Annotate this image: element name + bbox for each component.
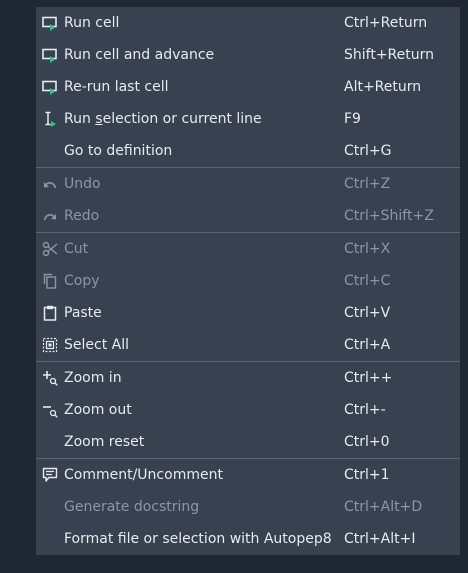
rerun-cell-icon (42, 79, 58, 95)
menu-item-shortcut: F9 (344, 111, 361, 127)
menu-item-label: Cut (64, 241, 89, 257)
mnemonic-letter: s (95, 111, 103, 127)
menu-item-label: Run cell and advance (64, 47, 215, 63)
menu-item-rerun-last-cell[interactable]: Re-run last cell Alt+Return (36, 71, 460, 103)
zoom-out-icon (42, 402, 58, 418)
menu-item-select-all[interactable]: Select All Ctrl+A (36, 329, 460, 361)
menu-item-format-autopep8[interactable]: Format file or selection with Autopep8 C… (36, 523, 460, 555)
menu-item-shortcut: Ctrl+A (344, 337, 391, 353)
menu-item-shortcut: Ctrl+Alt+I (344, 531, 416, 547)
run-cell-icon (42, 15, 58, 31)
menu-item-shortcut: Ctrl+Z (344, 176, 391, 192)
menu-item-shortcut: Ctrl+V (344, 305, 391, 321)
menu-item-run-cell-and-advance[interactable]: Run cell and advance Shift+Return (36, 39, 460, 71)
menu-item-paste[interactable]: Paste Ctrl+V (36, 297, 460, 329)
comment-icon (42, 467, 58, 483)
undo-icon (42, 176, 58, 192)
menu-item-shortcut: Ctrl+G (344, 143, 392, 159)
menu-item-label: Undo (64, 176, 101, 192)
menu-item-shortcut: Ctrl+Return (344, 15, 428, 31)
menu-item-shortcut: Ctrl+0 (344, 434, 390, 450)
menu-item-label: Run cell (64, 15, 120, 31)
run-cell-advance-icon (42, 47, 58, 63)
menu-item-label: Generate docstring (64, 499, 200, 515)
menu-item-shortcut: Ctrl+Shift+Z (344, 208, 434, 224)
menu-item-shortcut: Ctrl+C (344, 273, 391, 289)
menu-item-run-selection[interactable]: Run selection or current line F9 (36, 103, 460, 135)
zoom-in-icon (42, 370, 58, 386)
select-all-icon (42, 337, 58, 353)
menu-item-generate-docstring[interactable]: Generate docstring Ctrl+Alt+D (36, 491, 460, 523)
menu-item-label: Zoom in (64, 370, 122, 386)
menu-item-cut[interactable]: Cut Ctrl+X (36, 233, 460, 265)
menu-item-run-cell[interactable]: Run cell Ctrl+Return (36, 7, 460, 39)
context-menu: Run cell Ctrl+Return Run cell and advanc… (36, 7, 460, 555)
menu-item-zoom-in[interactable]: Zoom in Ctrl++ (36, 362, 460, 394)
menu-item-zoom-reset[interactable]: Zoom reset Ctrl+0 (36, 426, 460, 458)
menu-item-undo[interactable]: Undo Ctrl+Z (36, 168, 460, 200)
menu-item-label: Re-run last cell (64, 79, 169, 95)
menu-item-label: Select All (64, 337, 129, 353)
menu-item-label: Paste (64, 305, 102, 321)
clipboard-icon (42, 305, 58, 321)
menu-item-zoom-out[interactable]: Zoom out Ctrl+- (36, 394, 460, 426)
copy-icon (42, 273, 58, 289)
menu-item-label: Copy (64, 273, 100, 289)
menu-item-label: Zoom out (64, 402, 132, 418)
menu-item-shortcut: Ctrl+X (344, 241, 391, 257)
menu-item-shortcut: Ctrl++ (344, 370, 393, 386)
menu-item-label: Format file or selection with Autopep8 (64, 531, 332, 547)
menu-item-label: Zoom reset (64, 434, 145, 450)
menu-item-comment-uncomment[interactable]: Comment/Uncomment Ctrl+1 (36, 459, 460, 491)
menu-item-shortcut: Ctrl+- (344, 402, 386, 418)
menu-item-go-to-definition[interactable]: Go to definition Ctrl+G (36, 135, 460, 167)
menu-item-label: Run selection or current line (64, 111, 262, 127)
menu-item-shortcut: Shift+Return (344, 47, 435, 63)
menu-item-label: Redo (64, 208, 100, 224)
redo-icon (42, 208, 58, 224)
run-selection-icon (42, 111, 58, 127)
menu-item-label: Comment/Uncomment (64, 467, 223, 483)
scissors-icon (42, 241, 58, 257)
menu-item-shortcut: Ctrl+1 (344, 467, 390, 483)
menu-item-copy[interactable]: Copy Ctrl+C (36, 265, 460, 297)
menu-item-shortcut: Ctrl+Alt+D (344, 499, 423, 515)
menu-item-label: Go to definition (64, 143, 173, 159)
menu-item-redo[interactable]: Redo Ctrl+Shift+Z (36, 200, 460, 232)
menu-item-shortcut: Alt+Return (344, 79, 422, 95)
